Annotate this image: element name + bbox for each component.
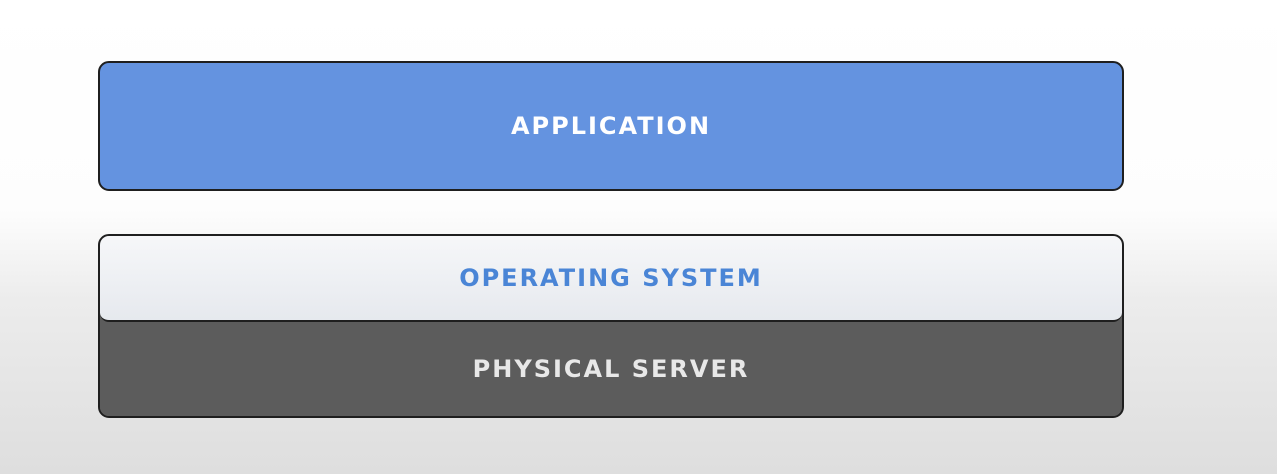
application-layer: APPLICATION (98, 61, 1124, 191)
physical-server-label: PHYSICAL SERVER (472, 355, 750, 383)
os-server-stack: OPERATING SYSTEM PHYSICAL SERVER (98, 234, 1124, 418)
operating-system-layer: OPERATING SYSTEM (100, 236, 1122, 322)
application-label: APPLICATION (510, 112, 712, 140)
physical-server-layer: PHYSICAL SERVER (100, 322, 1122, 416)
operating-system-label: OPERATING SYSTEM (459, 264, 763, 292)
